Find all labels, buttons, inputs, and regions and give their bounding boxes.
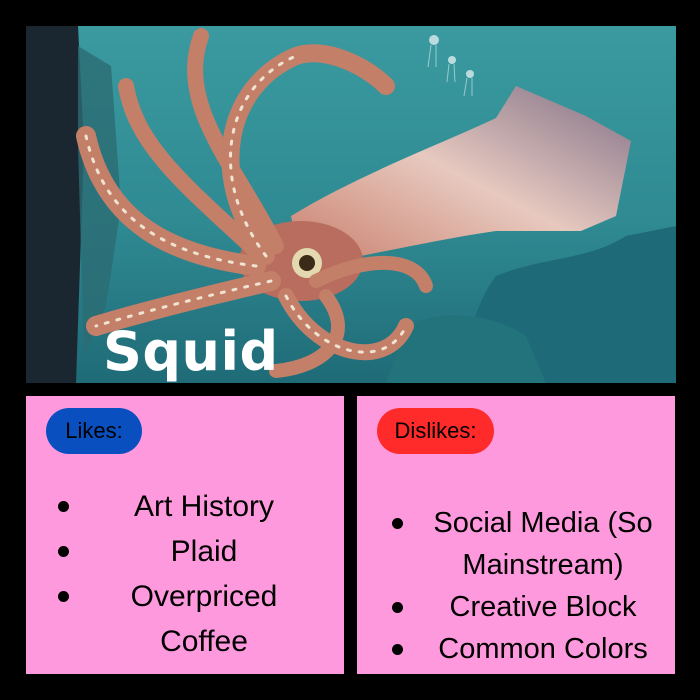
list-item: Common Colors xyxy=(357,628,675,670)
dislikes-list: Social Media (So Mainstream) Creative Bl… xyxy=(357,502,675,670)
list-item: Plaid xyxy=(26,529,344,574)
dislikes-badge: Dislikes: xyxy=(377,408,494,454)
list-item: Creative Block xyxy=(357,586,675,628)
list-item-label: Social Media (So Mainstream) xyxy=(433,507,653,581)
dislikes-card: Dislikes: Social Media (So Mainstream) C… xyxy=(357,396,675,674)
list-item: Overpriced Coffee xyxy=(26,574,344,664)
list-item: Art History xyxy=(26,484,344,529)
bullet-icon xyxy=(58,501,69,512)
list-item-label: Creative Block xyxy=(449,591,637,623)
bullet-icon xyxy=(58,546,69,557)
likes-badge: Likes: xyxy=(46,408,142,454)
likes-card: Likes: Art History Plaid Overpriced Coff… xyxy=(26,396,344,674)
list-item-label: Overpriced Coffee xyxy=(130,580,278,658)
hero-title: Squid xyxy=(103,320,279,383)
bullet-icon xyxy=(392,518,403,529)
list-item-label: Art History xyxy=(133,490,274,523)
bullet-icon xyxy=(58,591,69,602)
bullet-icon xyxy=(392,644,403,655)
bullet-icon xyxy=(392,602,403,613)
squid-artwork: Squid xyxy=(26,26,676,383)
likes-list: Art History Plaid Overpriced Coffee xyxy=(26,484,344,664)
list-item-label: Common Colors xyxy=(438,633,648,665)
list-item: Social Media (So Mainstream) xyxy=(357,502,675,586)
list-item-label: Plaid xyxy=(170,535,238,568)
